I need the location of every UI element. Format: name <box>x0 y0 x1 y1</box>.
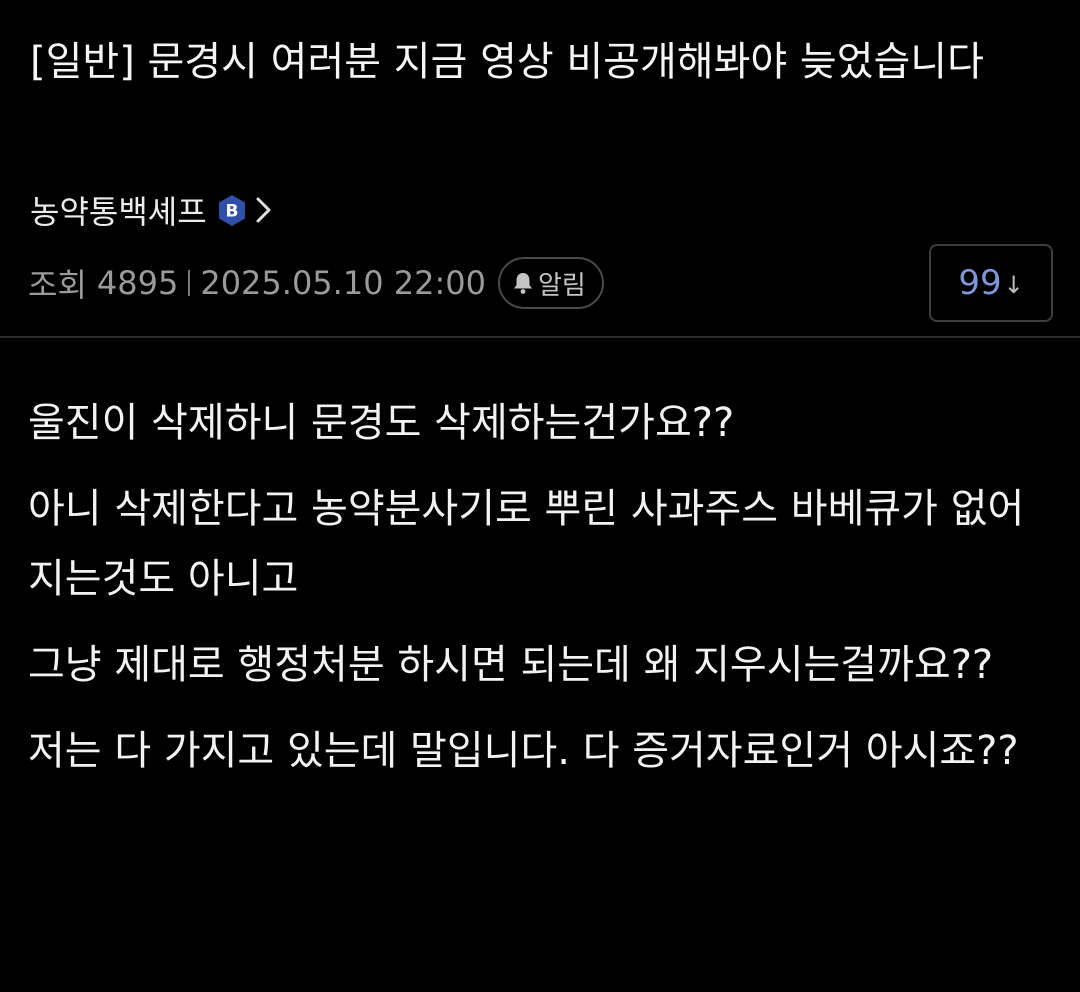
meta-divider <box>188 270 191 296</box>
post-body: 울진이 삭제하니 문경도 삭제하는건가요?? 아니 삭제한다고 농약분사기로 뿌… <box>28 388 1058 786</box>
post-header: [일반] 문경시 여러분 지금 영상 비공개해봐야 늦었습니다 농약통백셰프 B… <box>0 0 1080 322</box>
views-label: 조회 <box>28 266 87 304</box>
svg-text:B: B <box>225 201 238 221</box>
arrow-down-icon: ↓ <box>1003 271 1024 299</box>
post-title: [일반] 문경시 여러분 지금 영상 비공개해봐야 늦었습니다 <box>30 39 984 85</box>
body-paragraph: 아니 삭제한다고 농약분사기로 뿌린 사과주스 바베큐가 없어지는것도 아니고 <box>28 486 1025 602</box>
bell-icon <box>512 271 534 295</box>
body-paragraph: 그냥 제대로 행정처분 하시면 되는데 왜 지우시는걸까요?? <box>28 642 994 688</box>
author-row[interactable]: 농약통백셰프 B <box>30 186 275 234</box>
body-paragraph: 저는 다 가지고 있는데 말입니다. 다 증거자료인거 아시죠?? <box>28 728 1019 774</box>
author-name[interactable]: 농약통백셰프 <box>30 187 207 233</box>
body-paragraph: 울진이 삭제하니 문경도 삭제하는건가요?? <box>28 400 735 446</box>
badge-b-icon: B <box>217 194 247 227</box>
post-datetime: 2025.05.10 22:00 <box>200 264 486 302</box>
views-count: 4895 <box>96 264 179 302</box>
post-meta: 조회 4895 2025.05.10 22:00 알림 <box>28 256 604 310</box>
chevron-right-icon[interactable] <box>253 193 275 227</box>
alarm-button[interactable]: 알림 <box>497 257 604 309</box>
header-divider <box>0 336 1080 338</box>
alarm-label: 알림 <box>537 270 586 301</box>
comment-count: 99 <box>958 263 1002 303</box>
comment-count-button[interactable]: 99 ↓ <box>929 244 1053 322</box>
